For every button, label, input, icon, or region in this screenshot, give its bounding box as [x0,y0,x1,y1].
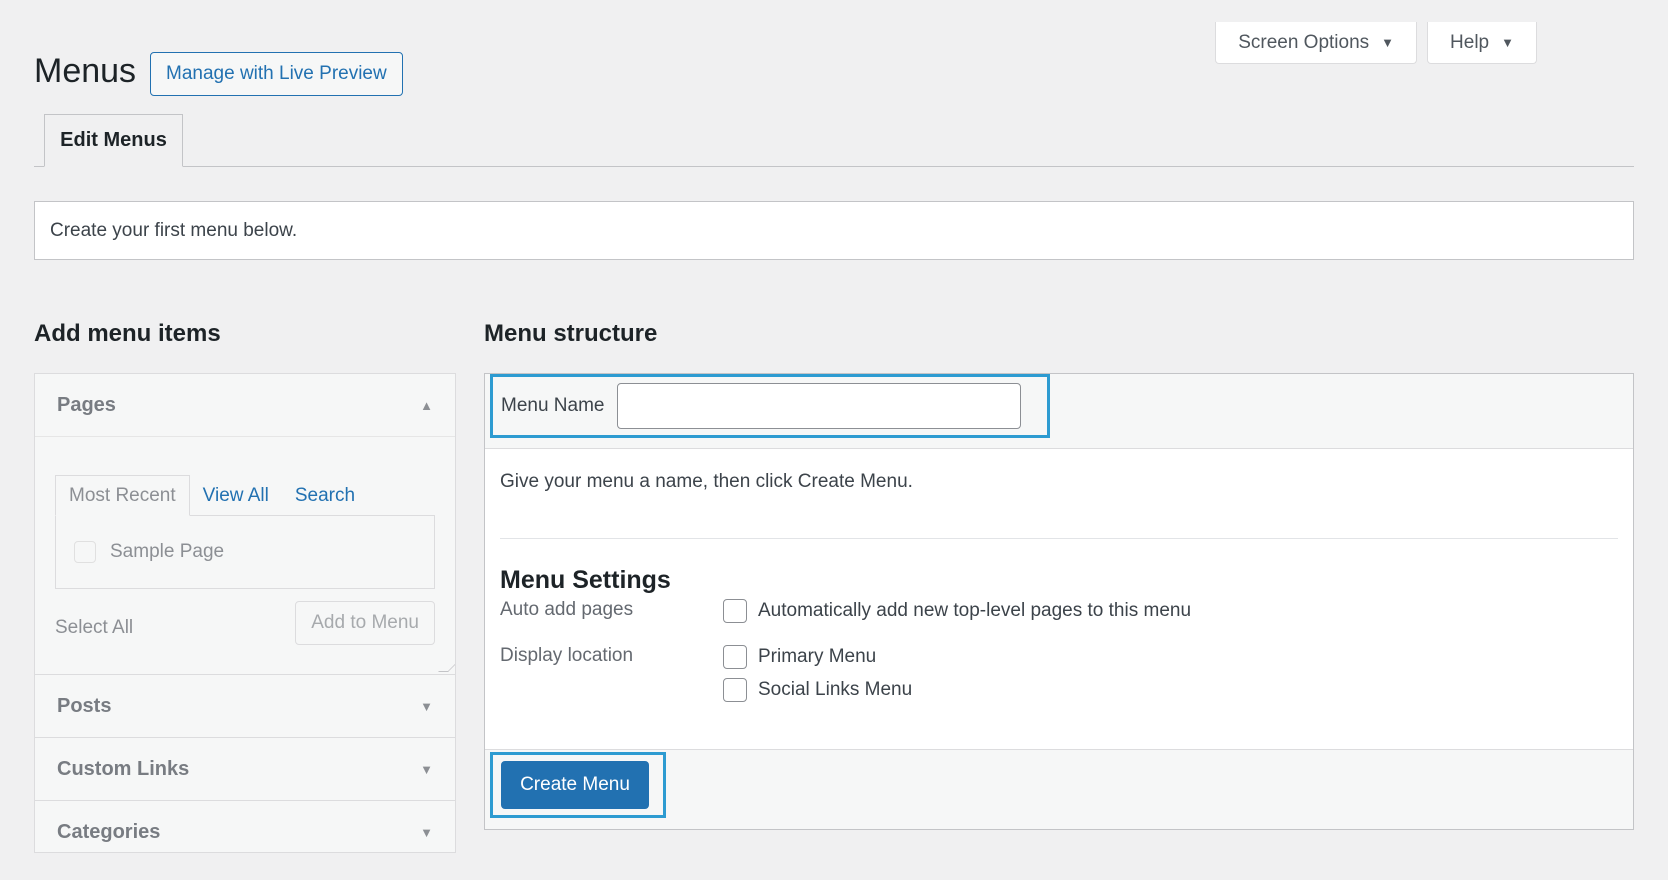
primary-menu-label: Primary Menu [758,646,877,667]
social-links-label: Social Links Menu [758,679,913,700]
sample-page-checkbox[interactable] [74,541,96,563]
select-all-label[interactable]: Select All [55,617,133,639]
pages-list: Sample Page [55,515,435,589]
manage-live-preview-button[interactable]: Manage with Live Preview [150,52,403,96]
tabs-divider [34,166,1634,167]
menu-instructions: Give your menu a name, then click Create… [500,471,913,492]
accordion-custom-links-header[interactable]: Custom Links ▼ [35,738,455,801]
menu-name-highlight: Menu Name [490,374,1050,438]
accordion-categories-label: Categories [57,820,161,843]
screen-options-button[interactable]: Screen Options ▼ [1215,22,1418,64]
accordion-categories-header[interactable]: Categories ▼ [35,801,455,852]
accordion-posts-label: Posts [57,694,112,717]
help-button[interactable]: Help ▼ [1427,22,1537,64]
auto-add-option[interactable]: Automatically add new top-level pages to… [723,599,1191,623]
create-menu-button[interactable]: Create Menu [501,761,649,809]
pages-tabs: Most Recent View All Search [55,475,368,516]
add-menu-items-heading: Add menu items [34,320,221,347]
menu-settings-title: Menu Settings [500,566,671,594]
menu-name-label: Menu Name [501,395,605,416]
sample-page-label: Sample Page [110,541,225,562]
accordion-custom-links-label: Custom Links [57,757,190,780]
accordion-pages-body: Most Recent View All Search Sample Page … [35,437,455,675]
caret-down-icon: ▼ [420,761,433,777]
help-label: Help [1450,31,1490,53]
tab-search[interactable]: Search [282,475,368,516]
tab-view-all[interactable]: View All [190,475,282,516]
menu-structure-heading: Menu structure [484,320,658,347]
accordion-pages-header[interactable]: Pages ▲ [35,374,455,437]
accordion-pages-label: Pages [57,393,116,416]
social-links-checkbox[interactable] [723,678,747,702]
add-items-accordion: Pages ▲ Most Recent View All Search Samp… [34,373,456,853]
notice-box: Create your first menu below. [34,201,1634,260]
location-primary-option[interactable]: Primary Menu [723,645,876,669]
menu-footer: Create Menu [485,749,1633,829]
create-menu-highlight: Create Menu [490,752,666,818]
caret-up-icon: ▲ [420,397,433,413]
tab-edit-menus[interactable]: Edit Menus [44,114,183,167]
accordion-posts-header[interactable]: Posts ▼ [35,675,455,738]
page-title: Menus [34,52,137,90]
auto-add-option-label: Automatically add new top-level pages to… [758,600,1192,621]
caret-down-icon: ▼ [1501,35,1514,50]
caret-down-icon: ▼ [1381,35,1395,50]
divider [500,538,1618,539]
menu-structure-panel: Menu Name Give your menu a name, then cl… [484,373,1634,830]
display-location-label: Display location [500,645,634,666]
resize-grip-icon[interactable] [438,662,455,672]
menu-name-input[interactable] [616,383,1021,429]
caret-down-icon: ▼ [420,698,433,714]
auto-add-checkbox[interactable] [723,599,747,623]
location-social-option[interactable]: Social Links Menu [723,678,912,702]
menu-header: Menu Name [485,374,1633,449]
screen-meta: Screen Options ▼ Help ▼ [1215,22,1537,64]
tab-most-recent[interactable]: Most Recent [55,475,190,516]
screen-options-label: Screen Options [1238,31,1370,53]
primary-menu-checkbox[interactable] [723,645,747,669]
add-to-menu-button[interactable]: Add to Menu [295,601,435,645]
caret-down-icon: ▼ [420,824,433,840]
auto-add-pages-label: Auto add pages [500,599,634,620]
notice-text: Create your first menu below. [50,219,298,241]
